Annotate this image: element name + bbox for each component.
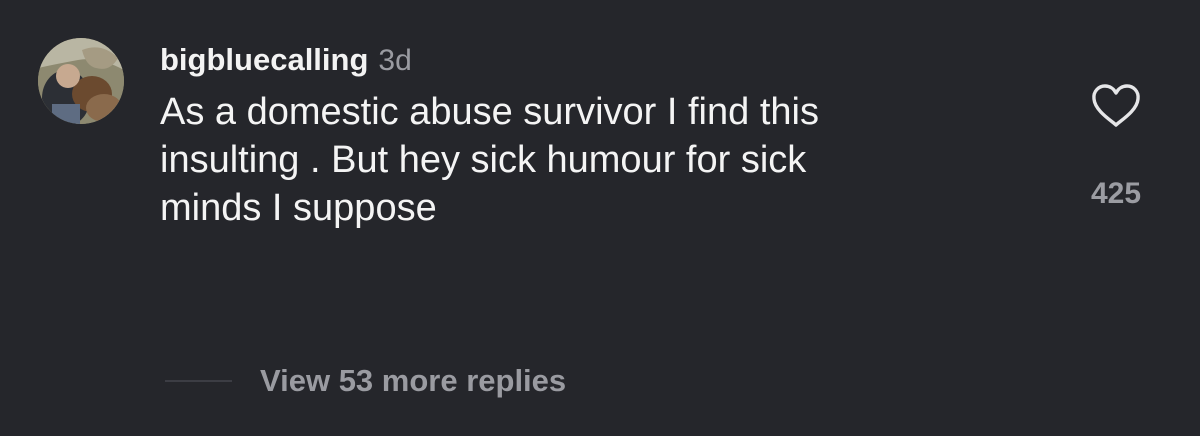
avatar-image [38, 38, 124, 124]
like-section: 425 [1086, 82, 1146, 214]
comment-text-line: As a domestic abuse survivor I find this [160, 91, 819, 133]
comment-meta: bigbluecalling 3d [160, 36, 980, 84]
comment-text: As a domestic abuse survivor I find this… [160, 88, 980, 232]
heart-icon [1092, 84, 1140, 127]
avatar[interactable] [38, 38, 124, 124]
comment-text-line: minds I suppose [160, 187, 437, 229]
view-replies-label: View 53 more replies [260, 363, 567, 398]
timestamp: 3d [378, 44, 412, 77]
view-replies-button[interactable]: View 53 more replies [165, 356, 566, 406]
comment-body: bigbluecalling 3d As a domestic abuse sur… [160, 36, 980, 232]
username[interactable]: bigbluecalling [160, 42, 368, 77]
comment-text-line: insulting . But hey sick humour for sick [160, 139, 807, 181]
comment: bigbluecalling 3d As a domestic abuse sur… [0, 0, 1200, 436]
reply-divider [165, 380, 232, 382]
like-button[interactable] [1090, 82, 1142, 130]
like-count: 425 [1090, 177, 1142, 210]
